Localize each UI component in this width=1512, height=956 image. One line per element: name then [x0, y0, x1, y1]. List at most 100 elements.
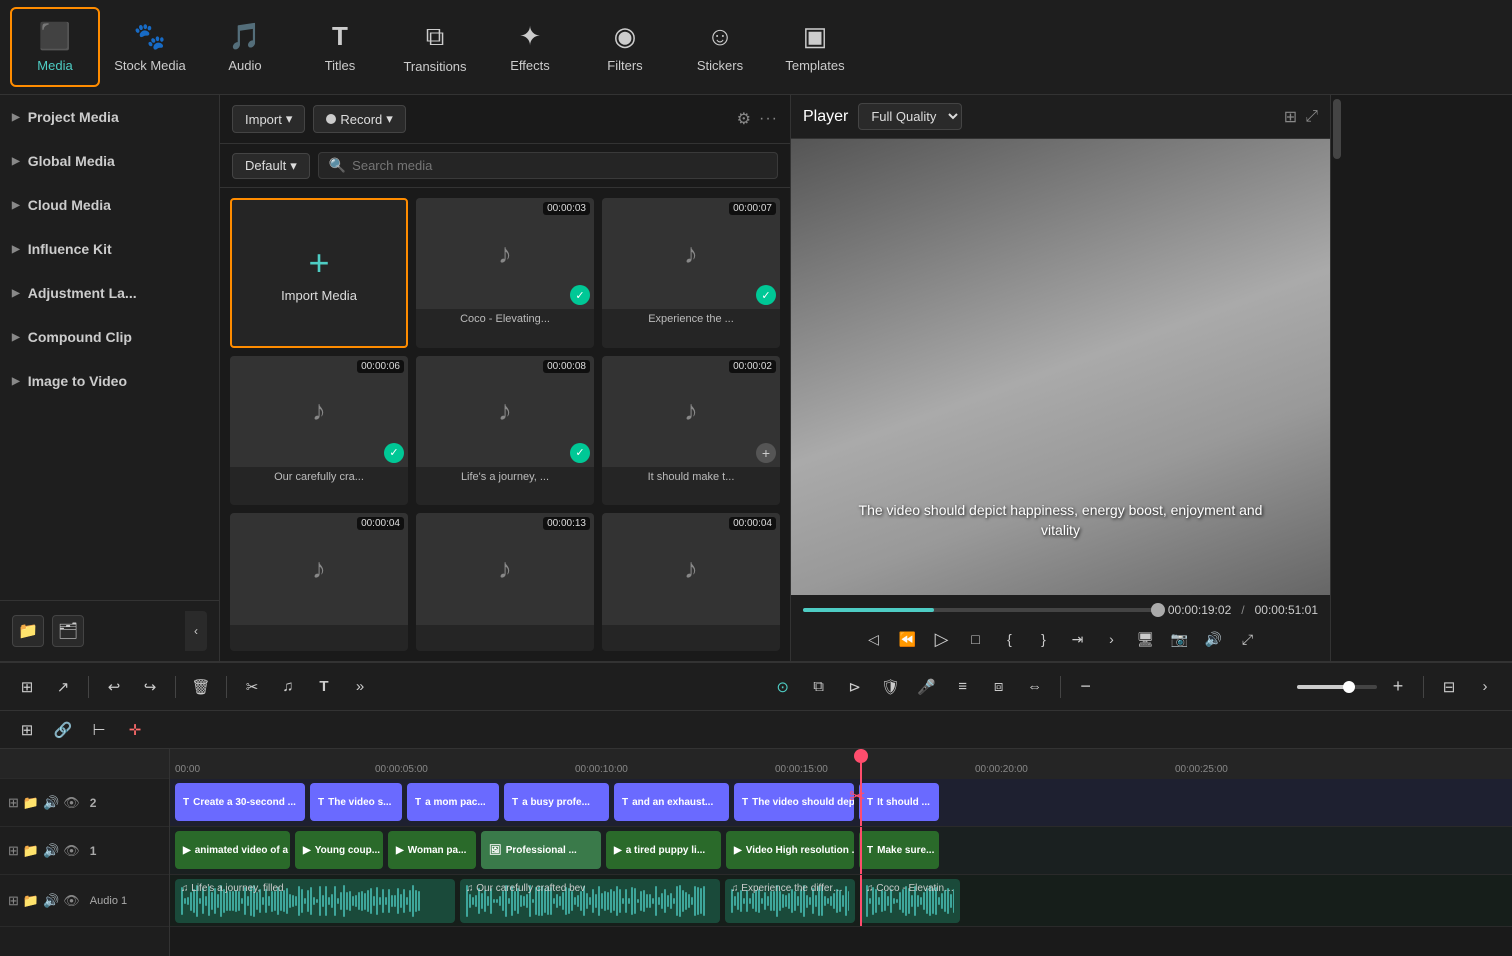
- new-folder-button[interactable]: 📁: [12, 615, 44, 647]
- audio-clip-1[interactable]: ♫ Life's a journey, filled: [175, 879, 455, 923]
- collapse-button[interactable]: ‹: [185, 611, 207, 651]
- nav-stickers[interactable]: ☺ Stickers: [675, 7, 765, 87]
- more-tools-button[interactable]: »: [345, 672, 375, 702]
- nav-titles[interactable]: T Titles: [295, 7, 385, 87]
- layout-button[interactable]: ⊟: [1434, 672, 1464, 702]
- chevron-right-icon[interactable]: ›: [1098, 625, 1126, 653]
- zoom-track[interactable]: [1297, 685, 1377, 689]
- audio-clip-3[interactable]: ♫ Experience the difference: [725, 879, 855, 923]
- video-clip-1[interactable]: ▶ animated video of a ...: [175, 831, 290, 869]
- media-cell-1[interactable]: ♪ 00:00:03 ✓ Coco - Elevating...: [416, 198, 594, 348]
- screenshot-button[interactable]: 📷: [1166, 625, 1194, 653]
- grid-view-icon[interactable]: ⊞: [1284, 107, 1297, 127]
- sidebar-item-cloud-media[interactable]: ▶ Cloud Media: [0, 183, 219, 227]
- volume-button[interactable]: 🔊: [1200, 625, 1228, 653]
- text-clip-5[interactable]: T and an exhaust...: [614, 783, 729, 821]
- select-tool-button[interactable]: ↗: [48, 672, 78, 702]
- text-clip-4[interactable]: T a busy profe...: [504, 783, 609, 821]
- video-clip-4[interactable]: 🖼 Professional ...: [481, 831, 601, 869]
- track-eye-icon[interactable]: 👁: [63, 795, 80, 811]
- folder-button[interactable]: 🗂: [52, 615, 84, 647]
- magnet-button[interactable]: ✛: [120, 715, 150, 745]
- zoom-out-button[interactable]: −: [1071, 672, 1101, 702]
- undo-button[interactable]: ↩: [99, 672, 129, 702]
- track-folder-icon[interactable]: 📁: [23, 893, 39, 909]
- nav-templates[interactable]: ▣ Templates: [770, 7, 860, 87]
- media-cell-6[interactable]: ♪ 00:00:04: [230, 513, 408, 651]
- import-button[interactable]: Import ▾: [232, 105, 305, 133]
- nav-transitions[interactable]: ⧉ Transitions: [390, 7, 480, 87]
- video-clip-6[interactable]: ▶ Video High resolution ...: [726, 831, 854, 869]
- delete-button[interactable]: 🗑: [186, 672, 216, 702]
- nav-filters[interactable]: ◉ Filters: [580, 7, 670, 87]
- text-clip-3[interactable]: T a mom pac...: [407, 783, 499, 821]
- link-button[interactable]: 🔗: [48, 715, 78, 745]
- play-button[interactable]: ▷: [928, 625, 956, 653]
- insert-button[interactable]: ⇥: [1064, 625, 1092, 653]
- media-cell-8[interactable]: ♪ 00:00:04: [602, 513, 780, 651]
- text-clip-6[interactable]: T The video should depi...: [734, 783, 854, 821]
- mic-button[interactable]: 🎤: [912, 672, 942, 702]
- progress-track[interactable]: [803, 608, 1158, 612]
- track-audio-icon[interactable]: 🔊: [43, 893, 59, 909]
- nav-effects[interactable]: ✦ Effects: [485, 7, 575, 87]
- track-eye-icon[interactable]: 👁: [63, 843, 80, 859]
- text-clip-7[interactable]: T It should ...: [859, 783, 939, 821]
- sidebar-item-influence-kit[interactable]: ▶ Influence Kit: [0, 227, 219, 271]
- nav-media[interactable]: ⬛ Media: [10, 7, 100, 87]
- track-expand-icon[interactable]: ⊞: [8, 893, 19, 909]
- crop-button[interactable]: ⧉: [804, 672, 834, 702]
- ripple-button[interactable]: ⊙: [768, 672, 798, 702]
- track-folder-icon[interactable]: 📁: [23, 843, 39, 859]
- quality-select[interactable]: Full Quality 1/2 Quality 1/4 Quality: [858, 103, 962, 130]
- sidebar-item-image-to-video[interactable]: ▶ Image to Video: [0, 359, 219, 403]
- redo-button[interactable]: ↪: [135, 672, 165, 702]
- stop-button[interactable]: □: [962, 625, 990, 653]
- media-cell-2[interactable]: ♪ 00:00:07 ✓ Experience the ...: [602, 198, 780, 348]
- mark-out-button[interactable]: }: [1030, 625, 1058, 653]
- grid-toggle-button[interactable]: ⊞: [12, 672, 42, 702]
- mark-in-button[interactable]: {: [996, 625, 1024, 653]
- media-cell-3[interactable]: ♪ 00:00:06 ✓ Our carefully cra...: [230, 356, 408, 506]
- sidebar-item-global-media[interactable]: ▶ Global Media: [0, 139, 219, 183]
- rewind-button[interactable]: ◁: [860, 625, 888, 653]
- video-clip-5[interactable]: ▶ a tired puppy li...: [606, 831, 721, 869]
- sidebar-item-adjustment-layer[interactable]: ▶ Adjustment La...: [0, 271, 219, 315]
- track-folder-icon[interactable]: 📁: [23, 795, 39, 811]
- record-button[interactable]: Record ▾: [313, 105, 405, 133]
- default-button[interactable]: Default ▾: [232, 153, 310, 179]
- track-add-button[interactable]: ⊞: [12, 715, 42, 745]
- media-cell-5[interactable]: ♪ 00:00:02 + It should make t...: [602, 356, 780, 506]
- shield-button[interactable]: 🛡: [876, 672, 906, 702]
- search-input[interactable]: [352, 158, 767, 173]
- video-clip-7[interactable]: T Make sure...: [859, 831, 939, 869]
- media-cell-4[interactable]: ♪ 00:00:08 ✓ Life's a journey, ...: [416, 356, 594, 506]
- list-button[interactable]: ≡: [948, 672, 978, 702]
- swap-button[interactable]: ⇔: [1020, 672, 1050, 702]
- fullscreen-button[interactable]: ⤢: [1234, 625, 1262, 653]
- layers-button[interactable]: ⧈: [984, 672, 1014, 702]
- step-back-button[interactable]: ⏪: [894, 625, 922, 653]
- audio-clip-2[interactable]: ♫ Our carefully crafted bev: [460, 879, 720, 923]
- import-media-cell[interactable]: + Import Media: [230, 198, 408, 348]
- media-cell-7[interactable]: ♪ 00:00:13: [416, 513, 594, 651]
- audio-clip-4[interactable]: ♫ Coco - Elevating...: [860, 879, 960, 923]
- track-audio-icon[interactable]: 🔊: [43, 795, 59, 811]
- track-eye-icon[interactable]: 👁: [63, 893, 80, 909]
- monitor-button[interactable]: 🖥: [1132, 625, 1160, 653]
- audio-button[interactable]: ♫: [273, 672, 303, 702]
- video-clip-3[interactable]: ▶ Woman pa...: [388, 831, 476, 869]
- right-scrollbar[interactable]: [1330, 95, 1342, 661]
- text-clip-1[interactable]: T Create a 30-second ...: [175, 783, 305, 821]
- track-expand-icon[interactable]: ⊞: [8, 843, 19, 859]
- split-button[interactable]: ✂: [237, 672, 267, 702]
- zoom-in-button[interactable]: +: [1383, 672, 1413, 702]
- nav-audio[interactable]: 🎵 Audio: [200, 7, 290, 87]
- video-clip-2[interactable]: ▶ Young coup...: [295, 831, 383, 869]
- track-audio-icon[interactable]: 🔊: [43, 843, 59, 859]
- text-button[interactable]: T: [309, 672, 339, 702]
- sidebar-item-project-media[interactable]: ▶ Project Media: [0, 95, 219, 139]
- tracks-scroll[interactable]: 00:0000:00:05:0000:00:10:0000:00:15:0000…: [170, 749, 1512, 956]
- speed-button[interactable]: ⊳: [840, 672, 870, 702]
- expand-icon[interactable]: ⤢: [1305, 108, 1318, 126]
